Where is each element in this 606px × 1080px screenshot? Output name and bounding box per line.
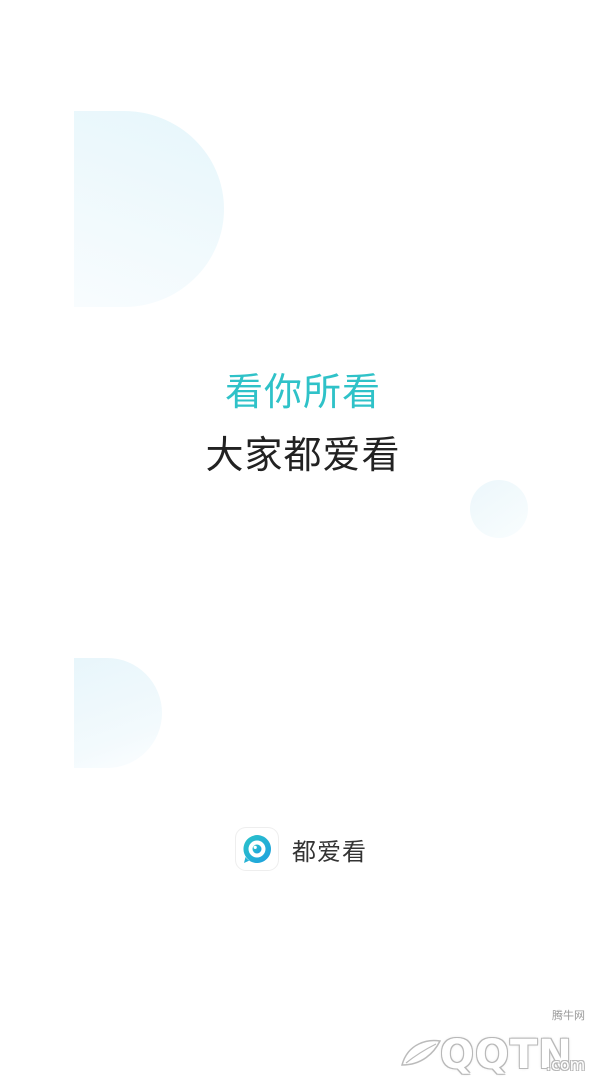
slogan-secondary: 大家都爱看 (205, 433, 401, 477)
decorative-bubble-right (470, 480, 528, 538)
watermark: 腾牛网 QQTN .com (398, 1005, 598, 1080)
app-logo-icon (236, 828, 278, 870)
watermark-leaf-icon (401, 1039, 442, 1066)
brand-name: 都爱看 (292, 837, 367, 866)
decorative-bubble-top (74, 111, 224, 307)
slogan-primary: 看你所看 (224, 370, 381, 414)
watermark-site-name: 腾牛网 (549, 1007, 588, 1023)
watermark-domain: .com (546, 1055, 586, 1074)
decorative-bubble-bottom (74, 658, 162, 768)
brand-lockup: 都爱看 (236, 827, 367, 871)
